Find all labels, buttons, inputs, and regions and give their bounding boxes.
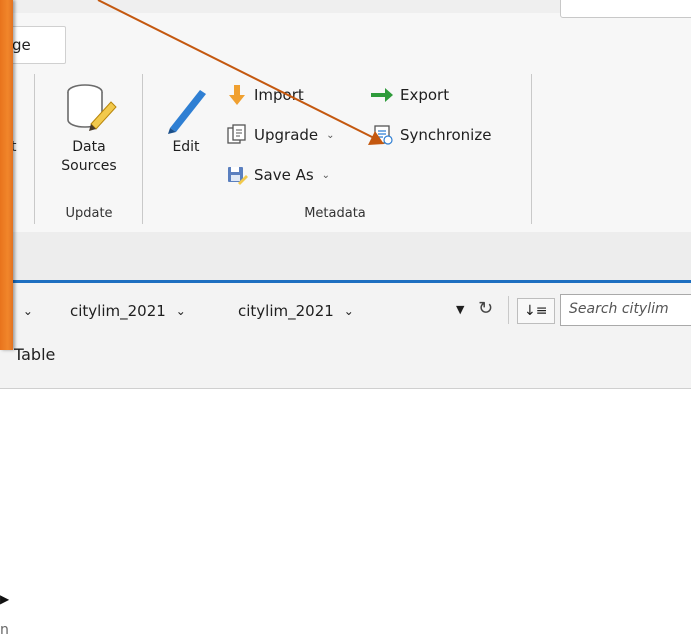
annotation-arrow	[97, 0, 384, 145]
